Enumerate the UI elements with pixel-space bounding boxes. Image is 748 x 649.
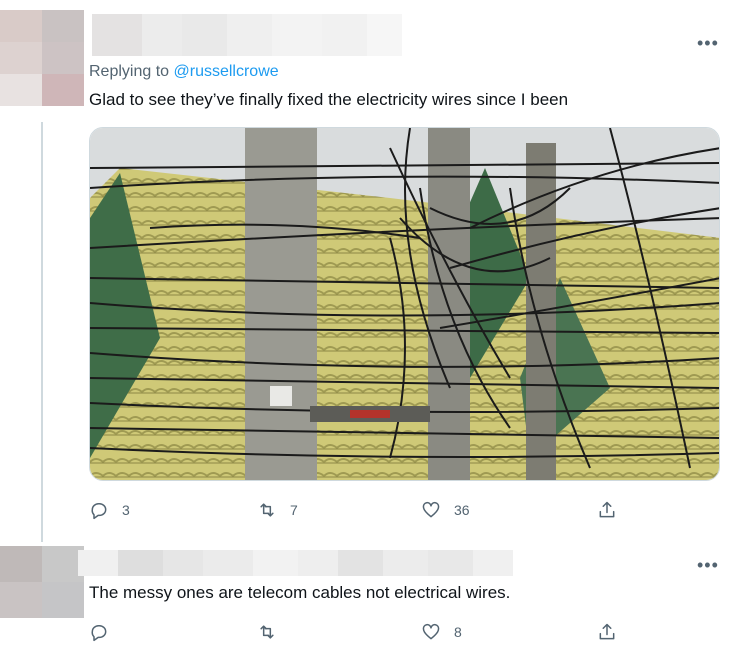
share-icon [599, 623, 615, 640]
more-icon: ••• [697, 33, 719, 53]
heart-icon [422, 623, 440, 640]
share-icon [599, 501, 615, 518]
like-button[interactable]: 36 [421, 500, 470, 520]
more-options-button[interactable]: ••• [697, 556, 719, 574]
heart-icon [422, 501, 440, 518]
like-count: 8 [454, 624, 462, 640]
thread-connector-line [41, 122, 43, 542]
retweet-count: 7 [290, 502, 298, 518]
like-count: 36 [454, 502, 470, 518]
tweet-photo[interactable] [89, 127, 720, 481]
share-button[interactable] [597, 622, 617, 642]
reply-button[interactable] [89, 622, 109, 642]
tweet-text: Glad to see they’ve finally fixed the el… [89, 90, 569, 109]
replying-to: Replying to @russellcrowe [89, 63, 279, 80]
like-button[interactable]: 8 [421, 622, 462, 642]
replying-to-handle-link[interactable]: @russellcrowe [174, 63, 279, 80]
retweet-icon [260, 503, 274, 517]
tweet-text: The messy ones are telecom cables not el… [89, 583, 511, 602]
reply-button[interactable]: 3 [89, 500, 130, 520]
retweet-button[interactable] [257, 622, 277, 642]
author-name-redacted[interactable] [92, 14, 402, 56]
reply-icon [91, 503, 107, 520]
retweet-icon [260, 625, 274, 639]
avatar[interactable] [0, 10, 84, 106]
retweet-button[interactable]: 7 [257, 500, 298, 520]
more-options-button[interactable]: ••• [697, 34, 719, 52]
author-name-redacted[interactable] [78, 550, 513, 576]
tangled-wires-photo [90, 128, 719, 480]
more-icon: ••• [697, 555, 719, 575]
reply-count: 3 [122, 502, 130, 518]
avatar[interactable] [0, 546, 84, 618]
reply-icon [91, 625, 107, 642]
share-button[interactable] [597, 500, 617, 520]
